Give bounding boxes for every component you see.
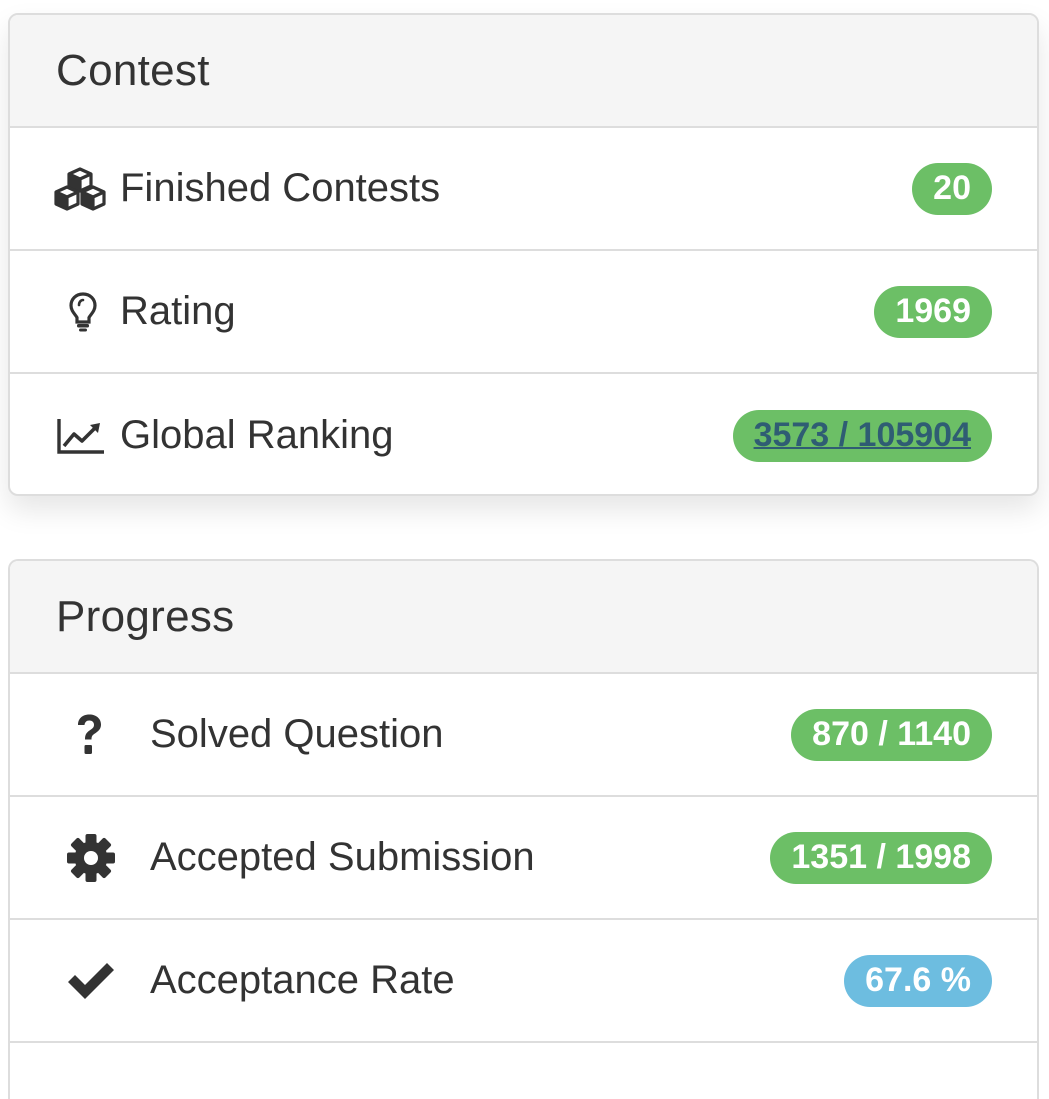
accepted-submission-badge: 1351 / 1998: [770, 831, 992, 884]
list-item-solved-question: Solved Question 870 / 1140: [10, 674, 1037, 797]
list-item-acceptance-rate: Acceptance Rate 67.6 %: [10, 920, 1037, 1043]
list-item-accepted-submission: Accepted Submission 1351 / 1998: [10, 797, 1037, 920]
progress-panel-heading: Progress: [10, 561, 1037, 674]
progress-panel: Progress Solved Question 870 / 1140 Acce…: [8, 559, 1039, 1099]
rating-label: Rating: [120, 289, 236, 333]
acceptance-rate-label: Acceptance Rate: [150, 958, 455, 1002]
list-item-finished-contests: Finished Contests 20: [10, 128, 1037, 251]
finished-contests-badge: 20: [912, 162, 992, 215]
global-ranking-label: Global Ranking: [120, 413, 394, 457]
contest-panel: Contest Finished Contests 20 Rating 1969…: [8, 13, 1039, 496]
lightbulb-icon: [68, 291, 98, 333]
rating-badge: 1969: [874, 285, 992, 338]
list-item-rating: Rating 1969: [10, 251, 1037, 374]
line-chart-icon: [56, 416, 106, 456]
question-icon: [72, 712, 106, 758]
solved-question-badge: 870 / 1140: [791, 708, 992, 761]
global-ranking-link[interactable]: 3573 / 105904: [754, 416, 971, 455]
accepted-submission-label: Accepted Submission: [150, 835, 535, 879]
acceptance-rate-badge: 67.6 %: [844, 954, 992, 1007]
check-icon: [65, 961, 117, 1001]
contest-panel-title: Contest: [56, 45, 210, 95]
list-item-global-ranking: Global Ranking 3573 / 105904: [10, 374, 1037, 494]
finished-contests-label: Finished Contests: [120, 166, 441, 210]
contest-panel-heading: Contest: [10, 15, 1037, 128]
solved-question-label: Solved Question: [150, 712, 444, 756]
gear-icon: [66, 833, 116, 883]
cubes-icon: [54, 166, 106, 211]
progress-panel-title: Progress: [56, 591, 235, 641]
global-ranking-badge: 3573 / 105904: [732, 409, 992, 462]
